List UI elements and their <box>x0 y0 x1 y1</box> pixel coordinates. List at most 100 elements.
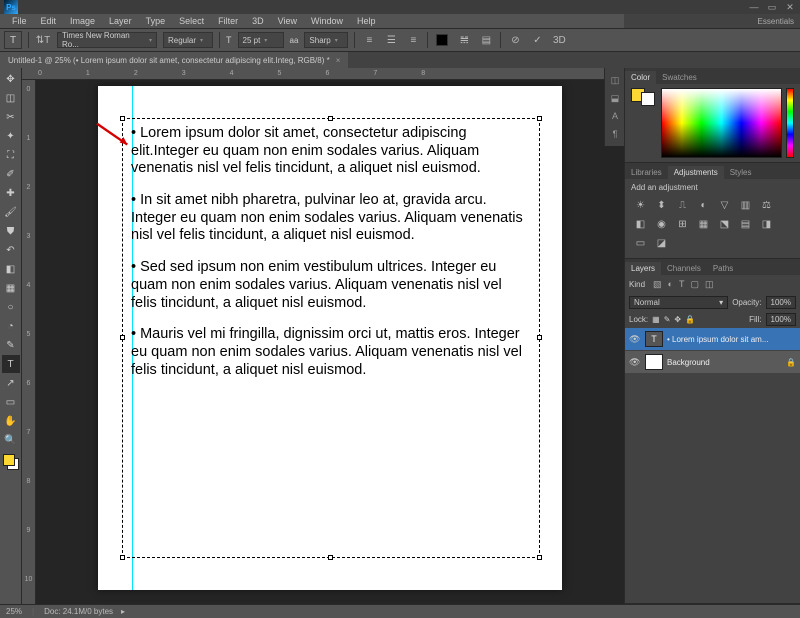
history-panel-icon[interactable]: ◫ <box>607 72 623 88</box>
canvas[interactable]: • Lorem ipsum dolor sit amet, consectetu… <box>36 80 624 604</box>
crop-tool-icon[interactable]: ⛶ <box>2 146 20 164</box>
eyedropper-tool-icon[interactable]: ✐ <box>2 165 20 183</box>
chanmix-icon[interactable]: ⊞ <box>675 218 690 231</box>
filter-shape-icon[interactable]: ▢ <box>690 279 699 290</box>
lock-all-icon[interactable]: 🔒 <box>685 315 695 324</box>
gradmap-icon[interactable]: ▭ <box>633 237 648 250</box>
tab-color[interactable]: Color <box>625 71 656 84</box>
visibility-icon[interactable]: 👁 <box>629 357 641 368</box>
opacity-field[interactable]: 100% <box>766 296 796 309</box>
resize-handle[interactable] <box>120 335 125 340</box>
zoom-level[interactable]: 25% <box>6 607 22 616</box>
paragraph[interactable]: • Mauris vel mi fringilla, dignissim orc… <box>131 326 531 379</box>
cancel-icon[interactable]: ⊘ <box>507 32 523 48</box>
resize-handle[interactable] <box>120 555 125 560</box>
shape-tool-icon[interactable]: ▭ <box>2 393 20 411</box>
document-tab[interactable]: Untitled-1 @ 25% (• Lorem ipsum dolor si… <box>0 52 348 68</box>
tab-channels[interactable]: Channels <box>661 262 707 275</box>
text-orientation-icon[interactable]: ⇅T <box>35 32 51 48</box>
hand-tool-icon[interactable]: ✋ <box>2 412 20 430</box>
marquee-tool-icon[interactable]: ◫ <box>2 89 20 107</box>
align-center-icon[interactable]: ☰ <box>383 32 399 48</box>
dodge-tool-icon[interactable]: ◔ <box>2 317 20 335</box>
font-size-field[interactable]: 25 pt▾ <box>238 32 284 48</box>
character-panel-icon[interactable]: A <box>607 108 623 124</box>
curves-icon[interactable]: ⎍ <box>675 199 690 212</box>
brush-tool-icon[interactable]: 🖌 <box>2 203 20 221</box>
layer-name[interactable]: Background <box>667 358 782 367</box>
layer-row[interactable]: 👁 Background 🔒 <box>625 351 800 373</box>
invert-icon[interactable]: ⬔ <box>717 218 732 231</box>
menu-window[interactable]: Window <box>305 15 349 27</box>
filter-adj-icon[interactable]: ◐ <box>668 279 673 290</box>
ruler-horizontal[interactable]: 012345678 <box>22 68 624 80</box>
fill-field[interactable]: 100% <box>766 313 796 326</box>
lookup-icon[interactable]: ▦ <box>696 218 711 231</box>
photo-filter-icon[interactable]: ◉ <box>654 218 669 231</box>
stamp-tool-icon[interactable]: ⛊ <box>2 222 20 240</box>
colbal-icon[interactable]: ⚖ <box>759 199 774 212</box>
warp-text-icon[interactable]: 𝌣 <box>456 32 472 48</box>
blur-tool-icon[interactable]: ○ <box>2 298 20 316</box>
align-right-icon[interactable]: ≡ <box>405 32 421 48</box>
selcolor-icon[interactable]: ◪ <box>654 237 669 250</box>
fg-color-swatch[interactable] <box>3 454 15 466</box>
color-swatch-pair[interactable] <box>631 88 655 154</box>
menu-3d[interactable]: 3D <box>246 15 270 27</box>
resize-handle[interactable] <box>537 555 542 560</box>
properties-panel-icon[interactable]: ⬓ <box>607 90 623 106</box>
tab-paths[interactable]: Paths <box>707 262 739 275</box>
resize-handle[interactable] <box>328 555 333 560</box>
bw-icon[interactable]: ◧ <box>633 218 648 231</box>
wand-tool-icon[interactable]: ✦ <box>2 127 20 145</box>
paragraph[interactable]: • In sit amet nibh pharetra, pulvinar le… <box>131 192 531 245</box>
eraser-tool-icon[interactable]: ◧ <box>2 260 20 278</box>
paragraph-panel-icon[interactable]: ¶ <box>607 126 623 142</box>
history-brush-icon[interactable]: ↶ <box>2 241 20 259</box>
hue-icon[interactable]: ▥ <box>738 199 753 212</box>
workspace-switcher[interactable]: Essentials <box>624 14 800 28</box>
font-style-dropdown[interactable]: Regular▾ <box>163 32 213 48</box>
minimize-icon[interactable]: — <box>748 2 760 12</box>
vibrance-icon[interactable]: ▽ <box>717 199 732 212</box>
move-tool-icon[interactable]: ✥ <box>2 70 20 88</box>
text-color-swatch[interactable] <box>434 32 450 48</box>
pen-tool-icon[interactable]: ✎ <box>2 336 20 354</box>
exposure-icon[interactable]: ◐ <box>696 199 711 212</box>
menu-help[interactable]: Help <box>351 15 382 27</box>
brightness-icon[interactable]: ☀ <box>633 199 648 212</box>
menu-file[interactable]: File <box>6 15 33 27</box>
resize-handle[interactable] <box>537 116 542 121</box>
lock-trans-icon[interactable]: ▦ <box>652 315 660 324</box>
menu-type[interactable]: Type <box>140 15 172 27</box>
tool-preset-icon[interactable]: T <box>4 31 22 49</box>
zoom-tool-icon[interactable]: 🔍 <box>2 431 20 449</box>
ruler-vertical[interactable]: 012345678910 <box>22 80 36 604</box>
antialias-dropdown[interactable]: Sharp▾ <box>304 32 348 48</box>
hue-slider[interactable] <box>786 88 794 158</box>
path-tool-icon[interactable]: ↗ <box>2 374 20 392</box>
filter-pixel-icon[interactable]: ▧ <box>653 279 662 290</box>
filter-smart-icon[interactable]: ◫ <box>705 279 714 290</box>
character-panel-icon[interactable]: ▤ <box>478 32 494 48</box>
text-frame[interactable]: • Lorem ipsum dolor sit amet, consectetu… <box>122 118 540 558</box>
lasso-tool-icon[interactable]: ✂ <box>2 108 20 126</box>
resize-handle[interactable] <box>537 335 542 340</box>
threshold-icon[interactable]: ◨ <box>759 218 774 231</box>
doc-info[interactable]: Doc: 24.1M/0 bytes <box>44 607 113 616</box>
tab-libraries[interactable]: Libraries <box>625 166 668 179</box>
maximize-icon[interactable]: ▭ <box>766 2 778 12</box>
lock-pos-icon[interactable]: ✥ <box>674 315 681 324</box>
menu-filter[interactable]: Filter <box>212 15 244 27</box>
tab-swatches[interactable]: Swatches <box>656 71 703 84</box>
3d-icon[interactable]: 3D <box>551 32 567 48</box>
paragraph[interactable]: • Lorem ipsum dolor sit amet, consectetu… <box>131 125 531 178</box>
posterize-icon[interactable]: ▤ <box>738 218 753 231</box>
menu-view[interactable]: View <box>272 15 303 27</box>
font-family-dropdown[interactable]: Times New Roman Ro...▾ <box>57 32 157 48</box>
visibility-icon[interactable]: 👁 <box>629 334 641 345</box>
tab-layers[interactable]: Layers <box>625 262 661 275</box>
document-page[interactable]: • Lorem ipsum dolor sit amet, consectetu… <box>98 86 562 590</box>
lock-paint-icon[interactable]: ✎ <box>664 315 671 324</box>
close-tab-icon[interactable]: × <box>336 56 341 65</box>
